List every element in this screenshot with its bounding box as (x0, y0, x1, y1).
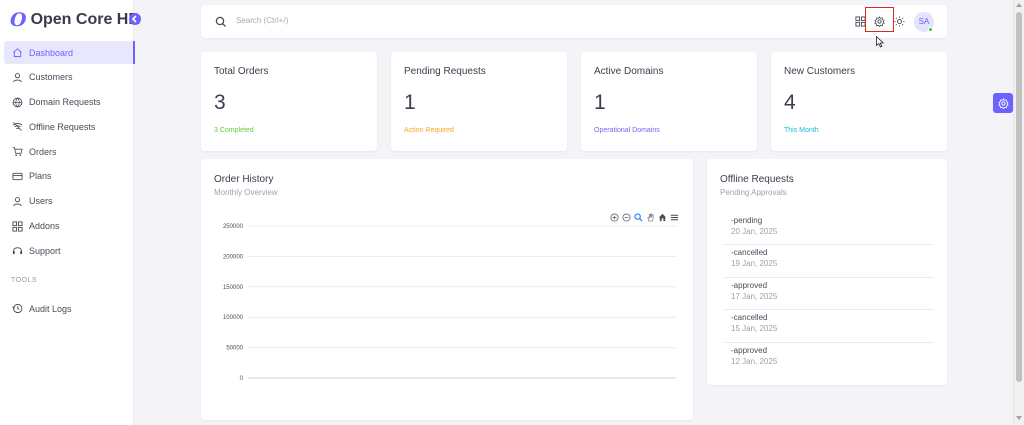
scrollbar[interactable] (1013, 0, 1024, 425)
list-item: -approved 12 Jan, 2025 (724, 343, 934, 375)
brand-logo: O (10, 9, 27, 31)
scroll-thumb[interactable] (1016, 12, 1022, 382)
credit-card-icon (11, 170, 23, 182)
sidebar-item-plans[interactable]: Plans (4, 165, 134, 188)
scroll-down-arrow-icon[interactable] (1016, 416, 1022, 420)
scroll-up-arrow-icon[interactable] (1016, 3, 1022, 7)
stat-subtitle: Action Required (404, 127, 454, 134)
y-tick-label: 150000 (223, 285, 244, 291)
request-status: -cancelled (731, 313, 768, 323)
offline-requests-list: -pending 20 Jan, 2025 -cancelled 19 Jan, 20… (724, 213, 934, 375)
request-status: -approved (731, 345, 768, 355)
sidebar-item-audit-logs[interactable]: Audit Logs (4, 297, 134, 320)
sidebar: O Open Core HR Dashboard Customers Domain … (0, 0, 140, 425)
y-tick-label: 0 (240, 376, 244, 382)
sidebar-item-label: Domain Requests (29, 97, 101, 108)
sidebar-item-domain-requests[interactable]: Domain Requests (4, 91, 134, 114)
user-icon (11, 71, 23, 83)
sidebar-item-label: Offline Requests (29, 121, 96, 132)
mouse-cursor-icon (876, 36, 884, 48)
apps-icon (11, 220, 23, 232)
stat-title: Total Orders (214, 66, 269, 77)
sidebar-item-users[interactable]: Users (4, 190, 134, 213)
request-status: -cancelled (731, 248, 768, 258)
stat-value: 1 (404, 91, 416, 114)
brand-name: Open Core HR (30, 11, 140, 28)
offline-requests-title: Offline Requests (720, 174, 794, 185)
chevron-left-icon (131, 15, 137, 23)
home-icon (11, 47, 23, 59)
list-item: -cancelled 19 Jan, 2025 (724, 245, 934, 278)
sun-icon[interactable] (893, 15, 905, 27)
y-tick-label: 250000 (223, 224, 244, 230)
sidebar-item-customers[interactable]: Customers (4, 66, 134, 89)
list-item: -cancelled 15 Jan, 2025 (724, 310, 934, 343)
stat-value: 1 (594, 91, 606, 114)
topbar: Search (Ctrl+/) SA (201, 5, 947, 38)
settings-highlight-box (865, 7, 894, 32)
sidebar-section-title: TOOLS (11, 277, 38, 284)
sidebar-item-label: Users (29, 196, 53, 207)
stat-card-pending-requests: Pending Requests 1 Action Required (391, 52, 567, 151)
search-icon[interactable] (215, 15, 227, 27)
request-status: -pending (731, 216, 763, 225)
sidebar-tools-nav: Audit Logs (4, 297, 134, 322)
order-history-chart: 250000 200000 150000 100000 50000 0 (223, 224, 676, 382)
stat-subtitle: This Month (784, 127, 819, 134)
collapse-sidebar-button[interactable] (129, 13, 141, 25)
stat-subtitle: Operational Domains (594, 127, 660, 134)
request-date: 20 Jan, 2025 (731, 227, 778, 236)
offline-requests-card: Offline Requests Pending Approvals -pend… (707, 159, 947, 385)
stat-title: Active Domains (594, 66, 664, 77)
search-input[interactable]: Search (Ctrl+/) (236, 16, 288, 25)
order-history-card: Order History Monthly Overview 250000 200… (201, 159, 693, 420)
stat-value: 4 (784, 91, 796, 114)
request-date: 15 Jan, 2025 (731, 324, 778, 334)
sidebar-item-label: Plans (29, 171, 52, 182)
sidebar-item-label: Audit Logs (29, 303, 72, 314)
settings-gear-icon (997, 97, 1009, 109)
y-tick-label: 50000 (226, 346, 243, 352)
sidebar-item-dashboard[interactable]: Dashboard (4, 41, 135, 64)
request-date: 12 Jan, 2025 (731, 356, 778, 366)
online-status-dot (928, 27, 933, 32)
customizer-button[interactable] (993, 93, 1013, 113)
request-date: 19 Jan, 2025 (731, 259, 778, 269)
sidebar-nav: Dashboard Customers Domain Requests Offline… (4, 41, 135, 264)
stat-subtitle: 3 Completed (214, 127, 254, 134)
sidebar-item-support[interactable]: Support (4, 239, 134, 262)
stat-card-new-customers: New Customers 4 This Month (771, 52, 947, 151)
stat-card-active-domains: Active Domains 1 Operational Domains (581, 52, 757, 151)
y-tick-label: 100000 (223, 315, 244, 321)
headset-icon (11, 245, 23, 257)
history-icon (11, 303, 23, 315)
request-status: -approved (731, 280, 768, 290)
user-icon (11, 195, 23, 207)
list-item: -approved 17 Jan, 2025 (724, 278, 934, 311)
stat-value: 3 (214, 91, 226, 114)
request-date: 17 Jan, 2025 (731, 291, 778, 301)
brand[interactable]: O Open Core HR (10, 9, 140, 31)
globe-icon (11, 96, 23, 108)
stat-card-total-orders: Total Orders 3 3 Completed (201, 52, 377, 151)
sidebar-item-label: Support (29, 245, 61, 256)
sidebar-item-addons[interactable]: Addons (4, 215, 134, 238)
offline-requests-subtitle: Pending Approvals (720, 188, 787, 197)
stat-title: Pending Requests (404, 66, 486, 77)
list-item: -pending 20 Jan, 2025 (724, 213, 934, 246)
stat-title: New Customers (784, 66, 856, 77)
sidebar-item-label: Dashboard (29, 47, 74, 58)
y-tick-label: 200000 (223, 254, 244, 260)
sidebar-item-label: Orders (29, 146, 57, 157)
sidebar-item-orders[interactable]: Orders (4, 140, 134, 163)
sidebar-item-offline-requests[interactable]: Offline Requests (4, 115, 134, 138)
sidebar-item-label: Customers (29, 72, 73, 83)
wifi-off-icon (11, 121, 23, 133)
cart-icon (11, 146, 23, 158)
sidebar-item-label: Addons (29, 221, 60, 232)
